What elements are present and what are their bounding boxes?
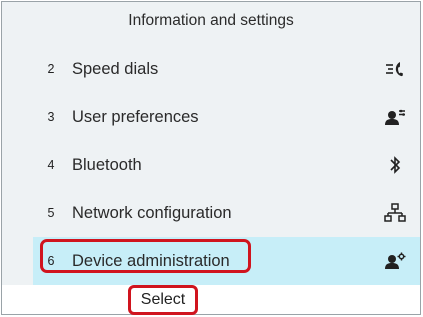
network-icon [380,201,410,225]
softkey-bar [2,285,420,314]
menu-item-number: 3 [47,110,55,124]
screen-body: Information and settings 2 Speed dials 3… [2,2,420,285]
user-preferences-icon [380,105,410,129]
menu-item-bluetooth[interactable]: 4 Bluetooth [33,141,420,189]
menu-item-number: 4 [47,158,55,172]
device-admin-icon [380,249,410,273]
bluetooth-icon [380,153,410,177]
menu-item-number: 5 [47,206,55,220]
phone-screen: Information and settings 2 Speed dials 3… [1,1,421,315]
speed-dial-icon [380,57,410,81]
menu-item-speed-dials[interactable]: 2 Speed dials [33,45,420,93]
highlight-box-device-administration [40,239,251,273]
screen-title: Information and settings [128,12,294,29]
menu-item-label: Speed dials [72,59,159,78]
menu-item-label: Network configuration [72,203,232,222]
menu-item-network-configuration[interactable]: 5 Network configuration [33,189,420,237]
select-softkey[interactable]: Select [128,285,198,315]
menu-item-label: Bluetooth [72,155,142,174]
menu-item-label: User preferences [72,107,199,126]
menu-item-number: 2 [47,62,55,76]
menu-item-user-preferences[interactable]: 3 User preferences [33,93,420,141]
